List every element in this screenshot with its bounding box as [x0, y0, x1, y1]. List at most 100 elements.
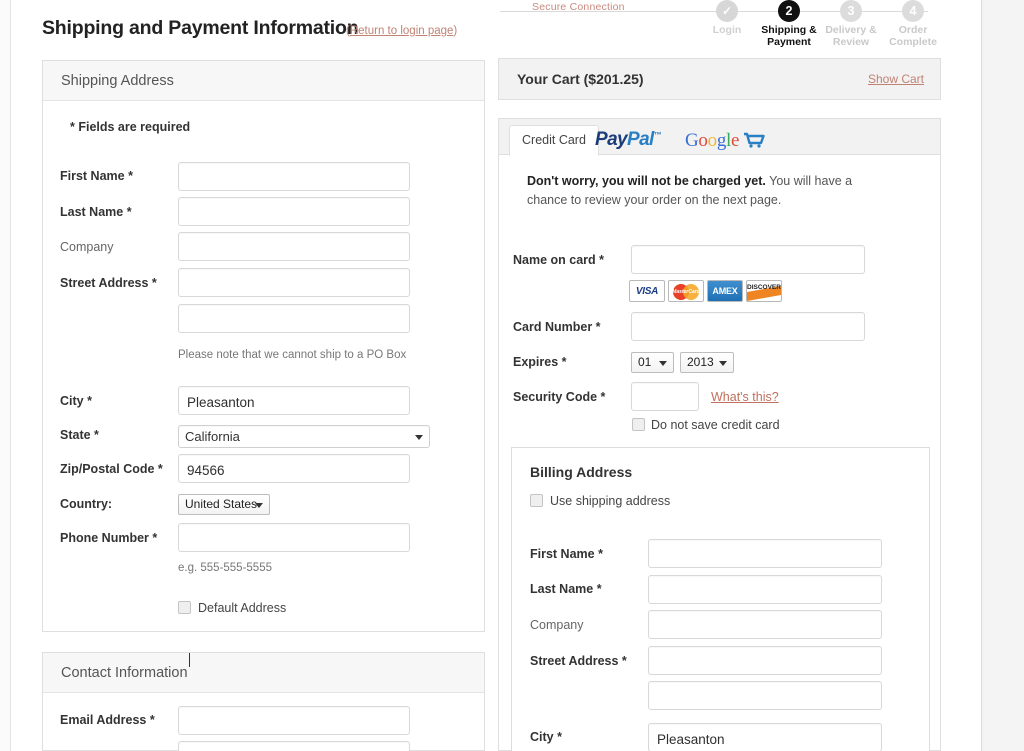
phone-format-hint: e.g. 555-555-5555 [178, 562, 272, 574]
step-2-label-line2: Payment [767, 35, 811, 48]
return-to-login-link[interactable]: (Return to login page) [346, 25, 457, 37]
google-checkout-logo[interactable]: Google [685, 130, 765, 152]
step-4-label: Order Complete [876, 24, 950, 48]
expires-month-select[interactable]: 01 [631, 352, 674, 373]
billing-street-address-label: Street Address * [530, 654, 627, 668]
billing-street-address-2-input[interactable] [648, 681, 882, 710]
step-3-label-line2: Review [832, 35, 870, 48]
shipping-zip-value: 94566 [187, 463, 225, 478]
accepted-card-logos: VISA MasterCard AMEX DISCOVER [629, 280, 782, 302]
tab-credit-card[interactable]: Credit Card [509, 125, 599, 156]
shipping-address-panel-title: Shipping Address [43, 61, 484, 101]
step-4-label-line1: Order [898, 24, 928, 36]
shipping-zip-label: Zip/Postal Code * [60, 462, 163, 476]
chevron-down-icon [415, 434, 423, 440]
shipping-last-name-input[interactable] [178, 197, 410, 226]
billing-address-box: Billing Address Use shipping address Fir… [511, 447, 930, 751]
shipping-last-name-label: Last Name * [60, 205, 132, 219]
shipping-country-value: United States [185, 497, 258, 511]
billing-company-input[interactable] [648, 610, 882, 639]
contact-email-label: Email Address * [60, 713, 155, 727]
shipping-state-label: State * [60, 428, 99, 442]
paypal-logo-part1: Pay [595, 129, 628, 150]
expires-label: Expires * [513, 355, 567, 369]
billing-first-name-label: First Name * [530, 547, 603, 561]
shipping-company-input[interactable] [178, 232, 410, 261]
contact-information-panel-title: Contact Information [43, 653, 484, 693]
contact-email-input[interactable] [178, 706, 410, 735]
checkout-page: Secure Connection ✓ Login 2 Shipping & P… [0, 0, 1024, 751]
billing-company-label: Company [530, 618, 584, 632]
return-to-login-link-text: Return to login page [349, 25, 454, 37]
checkout-progress: Secure Connection ✓ Login 2 Shipping & P… [500, 0, 950, 52]
security-code-help-link[interactable]: What's this? [711, 390, 779, 404]
shipping-street-address-label: Street Address * [60, 276, 157, 290]
shopping-cart-icon [744, 132, 765, 148]
discover-logo-text: DISCOVER [747, 284, 781, 291]
use-shipping-address-checkbox[interactable] [530, 494, 543, 507]
contact-email-value [187, 707, 401, 712]
shipping-phone-label: Phone Number * [60, 531, 158, 545]
shipping-first-name-value [187, 163, 401, 168]
po-box-note: Please note that we cannot ship to a PO … [178, 349, 407, 361]
card-number-value [640, 313, 856, 318]
billing-first-name-value [657, 540, 873, 545]
paren-close: ) [453, 25, 458, 37]
mastercard-logo: MasterCard [668, 280, 704, 302]
chevron-down-icon [659, 360, 667, 366]
default-address-checkbox[interactable] [178, 601, 191, 614]
name-on-card-input[interactable] [631, 245, 865, 274]
shipping-street-address-input[interactable] [178, 268, 410, 297]
do-not-save-card-checkbox[interactable] [632, 418, 645, 431]
chevron-down-icon [255, 502, 263, 508]
shipping-first-name-label: First Name * [60, 169, 133, 183]
step-4-marker: 4 [902, 0, 924, 22]
cart-total-label: Your Cart ($201.25) [517, 71, 644, 87]
expires-year-value: 2013 [687, 355, 714, 369]
billing-first-name-input[interactable] [648, 539, 882, 568]
card-number-input[interactable] [631, 312, 865, 341]
billing-street-address-input[interactable] [648, 646, 882, 675]
shipping-zip-input[interactable]: 94566 [178, 454, 410, 483]
visa-logo: VISA [629, 280, 665, 302]
step-3-label-line1: Delivery & [825, 24, 877, 36]
step-4-label-line2: Complete [889, 35, 937, 48]
shipping-country-select[interactable]: United States [178, 494, 270, 515]
shipping-street-address-2-input[interactable] [178, 304, 410, 333]
cart-summary-bar: Your Cart ($201.25) Show Cart [498, 58, 941, 100]
billing-address-title: Billing Address [530, 464, 633, 480]
billing-company-value [657, 611, 873, 616]
shipping-last-name-value [187, 198, 401, 203]
shipping-first-name-input[interactable] [178, 162, 410, 191]
required-fields-note: * Fields are required [70, 120, 191, 134]
contact-information-panel: Contact Information Email Address * [42, 652, 485, 751]
google-letter-1: o [698, 130, 708, 151]
expires-year-select[interactable]: 2013 [680, 352, 734, 373]
paypal-logo[interactable]: PayPal™ [595, 129, 662, 151]
name-on-card-value [640, 246, 856, 251]
discover-logo: DISCOVER [746, 280, 782, 302]
shipping-city-value: Pleasanton [187, 395, 255, 410]
billing-city-label: City * [530, 730, 562, 744]
shipping-state-select[interactable]: California [178, 425, 430, 448]
show-cart-link[interactable]: Show Cart [868, 59, 924, 99]
google-letter-3: g [716, 130, 727, 151]
paypal-logo-part2: Pal [627, 129, 654, 150]
step-1-marker: ✓ [716, 0, 738, 22]
secure-connection-label: Secure Connection [532, 1, 625, 13]
shipping-city-input[interactable]: Pleasanton [178, 386, 410, 415]
billing-last-name-label: Last Name * [530, 582, 602, 596]
security-code-input[interactable] [631, 382, 699, 411]
billing-last-name-input[interactable] [648, 575, 882, 604]
progress-step-order-complete[interactable]: 4 Order Complete [876, 0, 950, 48]
expires-month-value: 01 [638, 355, 652, 369]
shipping-street-address-value [187, 269, 401, 274]
contact-email-confirm-input[interactable] [178, 741, 410, 751]
page-title: Shipping and Payment Information [42, 17, 359, 39]
billing-city-input[interactable]: Pleasanton [648, 723, 882, 751]
name-on-card-label: Name on card * [513, 253, 605, 267]
mastercard-logo-text: MasterCard [672, 289, 700, 295]
shipping-country-label: Country: [60, 497, 113, 511]
cart-summary-head: Your Cart ($201.25) Show Cart [499, 59, 940, 99]
shipping-phone-input[interactable] [178, 523, 410, 552]
